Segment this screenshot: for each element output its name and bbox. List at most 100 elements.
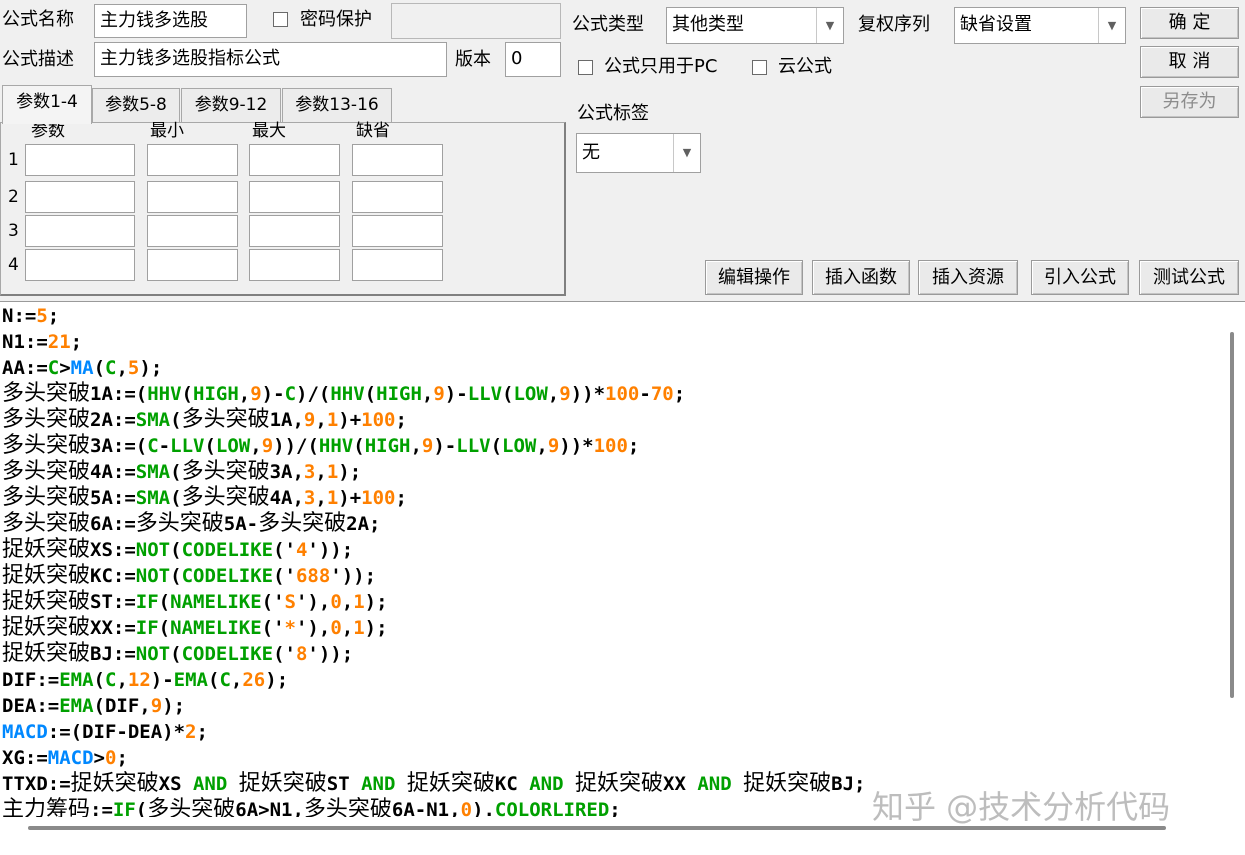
code-token: 5	[36, 305, 48, 327]
param-min-cell[interactable]	[147, 215, 238, 247]
code-token: )-	[150, 669, 174, 691]
param-name-cell[interactable]	[25, 249, 135, 281]
password-input[interactable]	[391, 3, 561, 39]
vertical-scroll-thumb[interactable]	[1230, 332, 1234, 698]
code-token: NOT	[135, 539, 171, 561]
param-default-cell[interactable]	[352, 215, 443, 247]
code-token: ,	[547, 383, 560, 405]
code-token: 3A,	[269, 461, 304, 483]
formula-type-value: 其他类型	[672, 14, 744, 35]
code-token: ;	[47, 305, 60, 327]
code-token: ,	[410, 435, 422, 457]
code-token: 26	[242, 669, 266, 691]
code-token: LLV	[170, 435, 205, 457]
formula-tag-label: 公式标签	[577, 103, 649, 124]
rights-series-select[interactable]: 缺省设置 ▼	[954, 7, 1126, 44]
ok-button[interactable]: 确 定	[1140, 7, 1239, 39]
code-token: 100	[361, 409, 396, 431]
param-name-cell[interactable]	[25, 144, 135, 176]
param-min-cell[interactable]	[147, 249, 238, 281]
tab-params-13-16[interactable]: 参数13-16	[282, 88, 392, 122]
edit-operations-button[interactable]: 编辑操作	[705, 260, 803, 295]
tab-params-5-8[interactable]: 参数5-8	[92, 88, 180, 122]
code-token: 12	[127, 669, 151, 691]
code-token: );	[265, 669, 289, 691]
code-token: (	[158, 591, 171, 613]
code-token: ,	[315, 409, 327, 431]
param-name-cell[interactable]	[25, 215, 135, 247]
formula-tag-select[interactable]: 无 ▼	[576, 133, 701, 173]
chevron-down-icon[interactable]: ▼	[816, 8, 843, 43]
code-token: 多头突破	[2, 511, 91, 536]
code-token: 捉妖突破	[743, 771, 832, 796]
code-token: ,	[315, 487, 327, 509]
vertical-scrollbar[interactable]	[1224, 306, 1242, 816]
code-token: XX	[663, 773, 698, 795]
code-token: ,	[315, 461, 327, 483]
chevron-down-icon[interactable]: ▼	[1098, 8, 1125, 43]
code-token: >	[93, 747, 105, 769]
param-default-cell[interactable]	[352, 144, 443, 176]
insert-resource-button[interactable]: 插入资源	[918, 260, 1018, 295]
code-token: )-	[433, 435, 457, 457]
code-token: (	[364, 383, 377, 405]
param-default-cell[interactable]	[352, 249, 443, 281]
rights-series-label: 复权序列	[858, 14, 930, 35]
code-token: )+	[338, 487, 362, 509]
code-token: (	[204, 435, 216, 457]
tab-params-1-4[interactable]: 参数1-4	[2, 85, 92, 124]
code-token: 1	[353, 617, 365, 639]
formula-desc-input[interactable]: 主力钱多选股指标公式	[94, 42, 447, 77]
code-token: '));	[307, 643, 354, 665]
code-token: 1	[326, 409, 339, 431]
code-token: (	[181, 383, 193, 405]
code-token: MACD	[2, 721, 48, 743]
formula-type-select[interactable]: 其他类型 ▼	[666, 7, 844, 44]
param-min-cell[interactable]	[147, 144, 238, 176]
code-token: 4A:=	[90, 461, 136, 483]
password-protect-checkbox[interactable]	[273, 12, 288, 27]
code-token: AA:=	[2, 357, 48, 379]
code-token: 9	[261, 435, 274, 457]
save-as-button[interactable]: 另存为	[1140, 86, 1239, 118]
param-max-cell[interactable]	[249, 144, 340, 176]
code-token: ))*	[570, 383, 606, 405]
code-token: 1	[326, 487, 339, 509]
param-max-cell[interactable]	[249, 181, 340, 213]
version-input[interactable]: 0	[505, 42, 561, 77]
code-line: 多头突破5A:=SMA(多头突破4A,3,1)+100;	[2, 485, 865, 511]
code-line: AA:=C>MA(C,5);	[2, 355, 865, 381]
code-token: (	[170, 643, 182, 665]
cancel-button[interactable]: 取 消	[1140, 46, 1239, 78]
param-default-cell[interactable]	[352, 181, 443, 213]
tab-params-9-12[interactable]: 参数9-12	[181, 88, 281, 122]
import-formula-button[interactable]: 引入公式	[1031, 260, 1129, 295]
code-token: N1:=	[2, 331, 48, 353]
code-token: -	[639, 383, 651, 405]
test-formula-button[interactable]: 测试公式	[1139, 260, 1239, 295]
code-line: DIF:=EMA(C,12)-EMA(C,26);	[2, 667, 865, 693]
param-max-cell[interactable]	[249, 249, 340, 281]
param-name-cell[interactable]	[25, 181, 135, 213]
code-token: AND	[361, 773, 396, 795]
code-token: XG:=	[2, 747, 48, 769]
code-token: IF	[135, 617, 159, 639]
code-token: (	[353, 435, 365, 457]
chevron-down-icon[interactable]: ▼	[673, 134, 700, 172]
code-token: ;	[673, 383, 686, 405]
code-token: 1	[326, 461, 339, 483]
pc-only-checkbox[interactable]	[578, 60, 593, 75]
code-token: '),	[295, 617, 331, 639]
formula-code-editor[interactable]: N:=5; N1:=21; AA:=C>MA(C,5); 多头突破1A:=(HHV(H…	[0, 301, 1245, 855]
code-token: ('	[261, 617, 285, 639]
code-token: 5A:=	[90, 487, 136, 509]
code-token: MA	[70, 357, 94, 379]
param-max-cell[interactable]	[249, 215, 340, 247]
insert-function-button[interactable]: 插入函数	[812, 260, 910, 295]
code-token: LOW	[215, 435, 251, 457]
code-token: TTXD:=	[2, 773, 71, 795]
param-min-cell[interactable]	[147, 181, 238, 213]
cloud-formula-checkbox[interactable]	[752, 60, 767, 75]
code-token: ;	[395, 487, 407, 509]
formula-name-input[interactable]: 主力钱多选股	[94, 4, 247, 38]
